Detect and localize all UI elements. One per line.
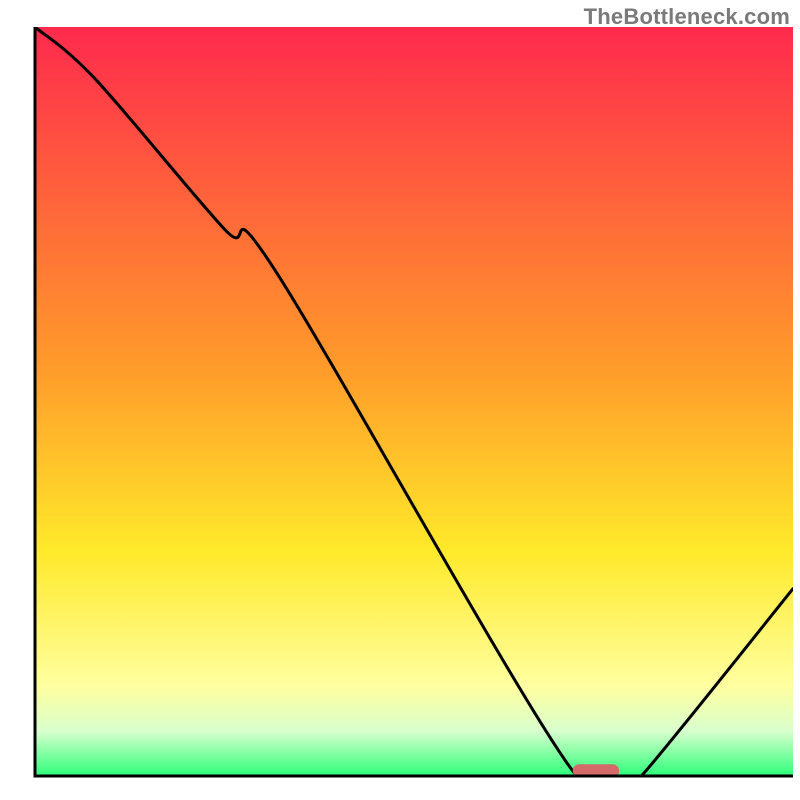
plot-svg [0,0,800,800]
watermark-text: TheBottleneck.com [584,4,790,30]
chart-canvas: { "watermark": "TheBottleneck.com", "cha… [0,0,800,800]
